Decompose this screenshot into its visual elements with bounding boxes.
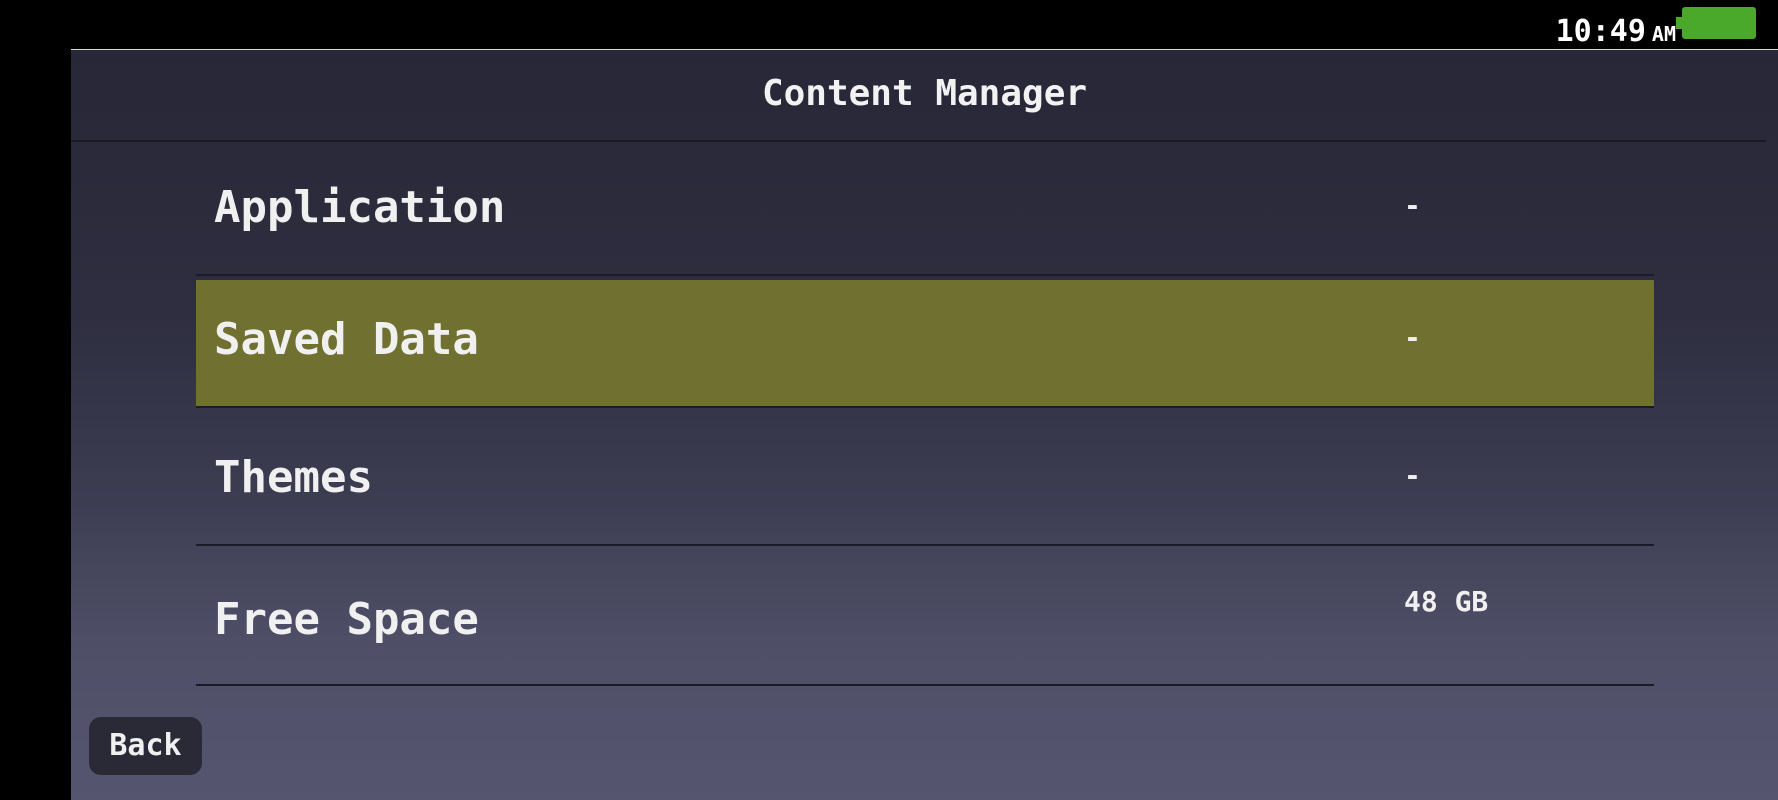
menu-item-themes[interactable]: Themes - xyxy=(196,412,1654,546)
menu-item-value: - xyxy=(1404,189,1421,222)
menu-item-saved-data[interactable]: Saved Data - xyxy=(196,280,1654,408)
menu-item-label: Themes xyxy=(214,452,373,503)
clock: 10:49 AM xyxy=(1556,12,1676,54)
menu-item-value: - xyxy=(1404,321,1421,354)
back-button[interactable]: Back xyxy=(89,717,202,775)
menu-item-label: Application xyxy=(214,182,506,233)
menu-item-value: 48 GB xyxy=(1404,585,1489,618)
clock-ampm: AM xyxy=(1651,22,1676,46)
status-bar: 10:49 AM xyxy=(0,0,1778,50)
menu-item-free-space[interactable]: Free Space 48 GB xyxy=(196,548,1654,686)
menu-item-label: Saved Data xyxy=(214,314,479,365)
header: Content Manager xyxy=(71,50,1766,142)
page-title: Content Manager xyxy=(761,73,1088,114)
menu-item-label: Free Space xyxy=(214,594,479,645)
menu-item-application[interactable]: Application - xyxy=(196,142,1654,276)
content-manager-screen: Content Manager Application - Saved Data… xyxy=(71,50,1778,800)
menu-item-value: - xyxy=(1404,459,1421,492)
battery-icon xyxy=(1682,7,1756,39)
clock-time: 10:49 xyxy=(1555,14,1646,49)
